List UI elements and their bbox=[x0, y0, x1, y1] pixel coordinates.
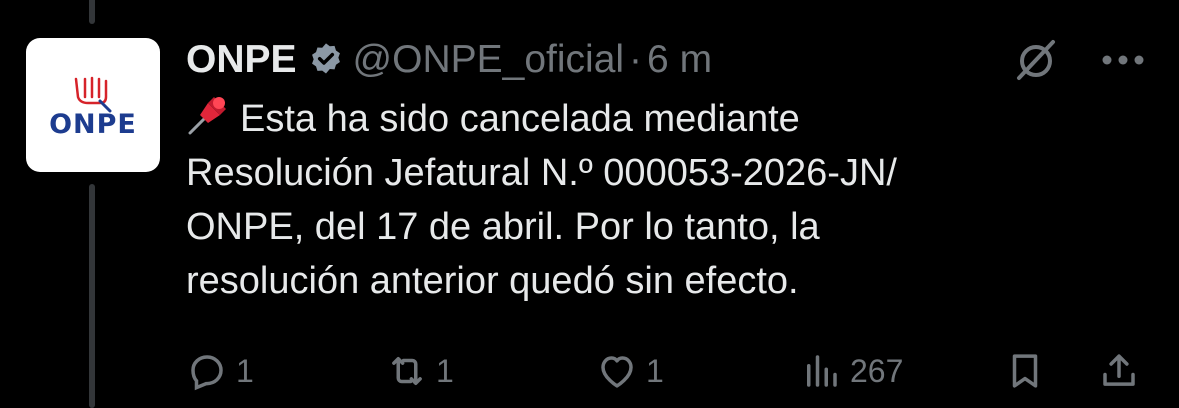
heart-icon bbox=[601, 356, 633, 388]
reply-icon bbox=[191, 355, 223, 391]
ballot-hand-icon bbox=[74, 76, 112, 112]
share-button[interactable] bbox=[1098, 345, 1140, 397]
header-actions bbox=[1013, 36, 1159, 84]
reply-count: 1 bbox=[236, 352, 254, 389]
view-count: 267 bbox=[850, 352, 904, 389]
bookmark-button[interactable] bbox=[1004, 345, 1046, 397]
like-count: 1 bbox=[646, 352, 664, 389]
tweet-timestamp[interactable]: 6 m bbox=[647, 38, 712, 82]
like-button[interactable]: 1 bbox=[596, 345, 664, 397]
repost-count: 1 bbox=[436, 352, 454, 389]
author-handle[interactable]: @ONPE_oficial bbox=[353, 38, 625, 82]
pushpin-icon bbox=[188, 97, 226, 135]
avatar-text: ONPE bbox=[49, 108, 137, 140]
thread-line-top bbox=[89, 0, 95, 24]
tweet-text: Esta ha sido cancelada mediante Resoluci… bbox=[186, 98, 897, 302]
reply-button[interactable]: 1 bbox=[186, 345, 254, 397]
tweet-header: ONPE @ONPE_oficial · 6 m bbox=[186, 36, 1159, 84]
views-button[interactable]: 267 bbox=[800, 345, 903, 397]
tweet-text-container: Esta ha sido cancelada mediante Resoluci… bbox=[186, 92, 1146, 308]
repost-icon bbox=[392, 357, 422, 385]
grok-icon[interactable] bbox=[1013, 37, 1059, 83]
bookmark-icon bbox=[1012, 354, 1038, 388]
header-separator: · bbox=[629, 38, 643, 81]
analytics-icon bbox=[807, 355, 837, 387]
more-options-icon[interactable] bbox=[1101, 54, 1145, 66]
avatar[interactable]: ONPE bbox=[26, 38, 160, 172]
thread-line-bottom bbox=[89, 184, 95, 408]
action-bar: 1 1 1 267 bbox=[186, 345, 1179, 397]
share-icon bbox=[1103, 354, 1135, 386]
author-name[interactable]: ONPE bbox=[186, 38, 297, 82]
verified-badge-icon[interactable] bbox=[307, 41, 345, 79]
onpe-logo: ONPE bbox=[49, 73, 137, 138]
repost-button[interactable]: 1 bbox=[386, 345, 454, 397]
